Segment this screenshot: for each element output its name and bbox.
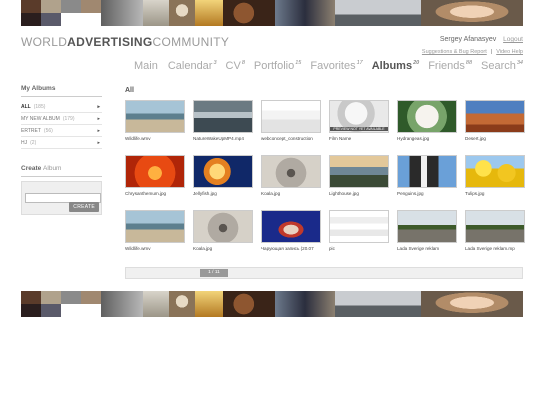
sidebar-title: My Albums — [21, 85, 102, 97]
page-indicator[interactable]: 1 / 11 — [200, 269, 228, 277]
tulip-thumb — [465, 155, 525, 188]
site-logo[interactable]: WORLDADVERTISINGCOMMUNITY — [21, 35, 229, 49]
candy-photo-tile — [223, 0, 275, 26]
tv-thumb — [261, 210, 321, 243]
desert-thumb — [465, 100, 525, 133]
candy-photo-tile — [223, 291, 275, 317]
koala-thumb — [193, 210, 253, 243]
chevron-right-icon: ▸ — [97, 103, 100, 110]
figures-photo-tile — [275, 0, 335, 26]
media-item[interactable]: Чарующая запись (20.07 — [261, 210, 321, 265]
create-album-title: Create Album — [21, 165, 102, 177]
nav-calendar[interactable]: Calendar3 — [168, 60, 217, 72]
light-thumb — [329, 155, 389, 188]
pic-thumb — [329, 210, 389, 243]
sunset-photo-tile — [195, 0, 223, 26]
page: WORLDADVERTISINGCOMMUNITY Sergey Afanasy… — [0, 0, 544, 401]
chry-thumb — [125, 155, 185, 188]
nav-main[interactable]: Main — [134, 60, 159, 72]
media-item[interactable]: Hydrangeas.jpg — [397, 100, 457, 155]
gull-photo-tile — [143, 291, 169, 317]
nav-favorites[interactable]: Favorites17 — [310, 60, 362, 72]
media-item[interactable]: Koala.jpg — [193, 210, 253, 265]
face-photo-tile — [421, 0, 523, 26]
media-item[interactable]: Wildlife.wmv — [125, 210, 185, 265]
video-help-link[interactable]: Video Help — [496, 49, 523, 55]
chevron-right-icon: ▸ — [97, 139, 100, 146]
chevron-right-icon: ▸ — [97, 127, 100, 134]
koala-thumb — [261, 155, 321, 188]
media-item[interactable]: Desert.jpg — [465, 100, 525, 155]
nav-cv[interactable]: CV8 — [226, 60, 245, 72]
peng-thumb — [397, 155, 457, 188]
hydr-thumb — [397, 100, 457, 133]
separator: | — [490, 49, 493, 55]
face-photo-tile — [421, 291, 523, 317]
dog-photo-tile — [169, 0, 195, 26]
car-photo-tile — [335, 291, 421, 317]
surf-thumb — [193, 100, 253, 133]
media-item[interactable]: Jellyfish.jpg — [193, 155, 253, 210]
top-banner — [21, 0, 523, 26]
media-item[interactable]: Koala.jpg — [261, 155, 321, 210]
figures-photo-tile — [275, 291, 335, 317]
media-item[interactable]: PREVIEW NOT YET AVAILABLE Film Name — [329, 100, 389, 155]
logout-link[interactable]: Logout — [503, 36, 523, 43]
lada-thumb — [397, 210, 457, 243]
nav-albums[interactable]: Albums20 — [372, 60, 419, 72]
media-item[interactable]: Wildlife.wmv — [125, 100, 185, 155]
gray-strip-tile — [101, 0, 143, 26]
nav-portfolio[interactable]: Portfolio15 — [254, 60, 301, 72]
dog-photo-tile — [169, 291, 195, 317]
user-name: Sergey Afanasyev — [439, 36, 497, 43]
nav-search[interactable]: Search34 — [481, 60, 523, 72]
album-title: All — [125, 87, 134, 94]
create-album-box: CREATE — [21, 181, 102, 215]
bottom-banner — [21, 291, 523, 317]
media-item[interactable]: NatureWakeUpMP4.mp4 — [193, 100, 253, 155]
web-thumb — [261, 100, 321, 133]
gray-strip-tile — [101, 291, 143, 317]
create-button[interactable]: CREATE — [69, 202, 99, 212]
color-swatches — [21, 291, 101, 317]
media-item[interactable]: Chrysanthemum.jpg — [125, 155, 185, 210]
wild-thumb — [125, 210, 185, 243]
color-swatches — [21, 0, 101, 26]
user-bar: Sergey Afanasyev Logout — [440, 36, 523, 43]
album-item-hj[interactable]: HJ (2) ▸ — [21, 137, 102, 149]
media-item[interactable]: Lada Sverige reklam.mp — [465, 210, 525, 265]
album-content: All Wildlife.wmv NatureWakeUpMP4.mp4 web… — [125, 87, 525, 279]
sidebar: My Albums ALL (185) ▸ MY NEW ALBUM (179) ▸ E… — [21, 85, 102, 215]
gull-photo-tile — [143, 0, 169, 26]
nav-friends[interactable]: Friends88 — [428, 60, 472, 72]
suggestions-link[interactable]: Suggestions & Bug Report — [422, 49, 487, 55]
main-nav: Main Calendar3 CV8 Portfolio15 Favorites… — [134, 60, 523, 72]
car-photo-tile — [335, 0, 421, 26]
help-bar: Suggestions & Bug Report | Video Help — [422, 49, 523, 55]
album-item-all[interactable]: ALL (185) ▸ — [21, 101, 102, 113]
jelly-thumb — [193, 155, 253, 188]
media-item[interactable]: webconcept_construction — [261, 100, 321, 155]
media-item[interactable]: Tulips.jpg — [465, 155, 525, 210]
film-thumb: PREVIEW NOT YET AVAILABLE — [329, 100, 389, 133]
media-item[interactable]: Penguins.jpg — [397, 155, 457, 210]
thumbnail-grid: Wildlife.wmv NatureWakeUpMP4.mp4 webconc… — [125, 100, 525, 265]
wild-thumb — [125, 100, 185, 133]
media-item[interactable]: Lighthouse.jpg — [329, 155, 389, 210]
album-item-ertret[interactable]: ERTRET (56) ▸ — [21, 125, 102, 137]
media-item[interactable]: Lada Sverige reklam — [397, 210, 457, 265]
chevron-right-icon: ▸ — [97, 115, 100, 122]
lada-thumb — [465, 210, 525, 243]
album-item-my-new-album[interactable]: MY NEW ALBUM (179) ▸ — [21, 113, 102, 125]
sunset-photo-tile — [195, 291, 223, 317]
pagination-bar: 1 / 11 — [125, 267, 523, 279]
media-item[interactable]: pic — [329, 210, 389, 265]
